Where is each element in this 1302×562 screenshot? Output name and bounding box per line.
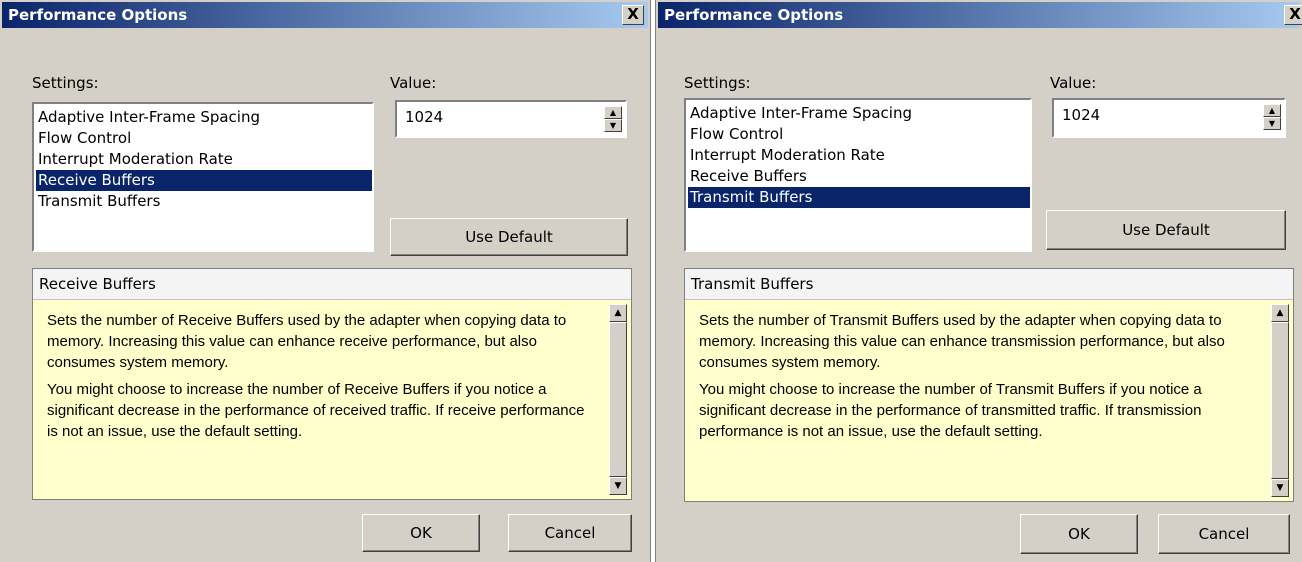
description-panel: Receive Buffers Sets the number of Recei… (32, 268, 632, 500)
use-default-button[interactable]: Use Default (390, 218, 628, 256)
scroll-thumb[interactable] (609, 322, 627, 477)
close-button[interactable]: X (1284, 5, 1302, 25)
settings-label: Settings: (684, 74, 751, 92)
description-paragraph: Sets the number of Transmit Buffers used… (699, 312, 1225, 371)
settings-list-item[interactable]: Interrupt Moderation Rate (688, 145, 1030, 166)
up-arrow-icon[interactable]: ▲ (1271, 304, 1289, 322)
description-text: Sets the number of Transmit Buffers used… (699, 310, 1253, 448)
cancel-button[interactable]: Cancel (1158, 514, 1290, 554)
value-label: Value: (1050, 74, 1097, 92)
settings-label: Settings: (32, 74, 99, 92)
down-arrow-icon[interactable]: ▼ (604, 119, 622, 132)
spin-buttons: ▲ ▼ (1263, 104, 1281, 130)
description-title: Receive Buffers (39, 275, 156, 293)
value-input[interactable]: 1024 (1062, 106, 1100, 124)
settings-list-item[interactable]: Flow Control (688, 124, 1030, 145)
description-body: Sets the number of Receive Buffers used … (33, 299, 631, 499)
dialog-title: Performance Options (664, 6, 844, 24)
settings-list-item[interactable]: Adaptive Inter-Frame Spacing (36, 107, 372, 128)
up-arrow-icon[interactable]: ▲ (1263, 104, 1281, 117)
ok-button[interactable]: OK (1020, 514, 1138, 554)
ok-button[interactable]: OK (362, 514, 480, 552)
description-paragraph: You might choose to increase the number … (47, 381, 585, 440)
down-arrow-icon[interactable]: ▼ (1271, 479, 1289, 497)
value-label: Value: (390, 74, 437, 92)
performance-options-dialog: Performance Options X Settings: Value: A… (656, 0, 1302, 562)
performance-options-dialog: Performance Options X Settings: Value: A… (0, 0, 650, 562)
settings-list-item[interactable]: Transmit Buffers (688, 187, 1030, 208)
value-spinbox[interactable]: 1024 ▲ ▼ (1052, 98, 1286, 138)
value-spinbox[interactable]: 1024 ▲ ▼ (395, 100, 627, 138)
settings-list-item[interactable]: Adaptive Inter-Frame Spacing (688, 103, 1030, 124)
description-title: Transmit Buffers (691, 275, 814, 293)
description-scrollbar[interactable]: ▲ ▼ (609, 304, 627, 495)
up-arrow-icon[interactable]: ▲ (609, 304, 627, 322)
down-arrow-icon[interactable]: ▼ (1263, 117, 1281, 130)
description-text: Sets the number of Receive Buffers used … (47, 310, 591, 448)
title-bar: Performance Options X (2, 2, 648, 28)
settings-list-item[interactable]: Interrupt Moderation Rate (36, 149, 372, 170)
settings-listbox[interactable]: Adaptive Inter-Frame Spacing Flow Control… (684, 98, 1032, 252)
description-scrollbar[interactable]: ▲ ▼ (1271, 304, 1289, 497)
settings-listbox[interactable]: Adaptive Inter-Frame Spacing Flow Control… (32, 102, 374, 252)
spin-buttons: ▲ ▼ (604, 106, 622, 132)
description-panel: Transmit Buffers Sets the number of Tran… (684, 268, 1294, 502)
settings-list-item[interactable]: Transmit Buffers (36, 191, 372, 212)
settings-list-item[interactable]: Receive Buffers (688, 166, 1030, 187)
scroll-thumb[interactable] (1271, 322, 1289, 479)
close-button[interactable]: X (622, 5, 644, 25)
up-arrow-icon[interactable]: ▲ (604, 106, 622, 119)
cancel-button[interactable]: Cancel (508, 514, 632, 552)
use-default-button[interactable]: Use Default (1046, 210, 1286, 250)
dialog-title: Performance Options (8, 6, 188, 24)
description-body: Sets the number of Transmit Buffers used… (685, 299, 1293, 501)
down-arrow-icon[interactable]: ▼ (609, 477, 627, 495)
description-paragraph: You might choose to increase the number … (699, 381, 1202, 440)
settings-list-item[interactable]: Receive Buffers (36, 170, 372, 191)
value-input[interactable]: 1024 (405, 108, 443, 126)
settings-list-item[interactable]: Flow Control (36, 128, 372, 149)
title-bar: Performance Options X (658, 2, 1302, 28)
description-paragraph: Sets the number of Receive Buffers used … (47, 312, 567, 371)
